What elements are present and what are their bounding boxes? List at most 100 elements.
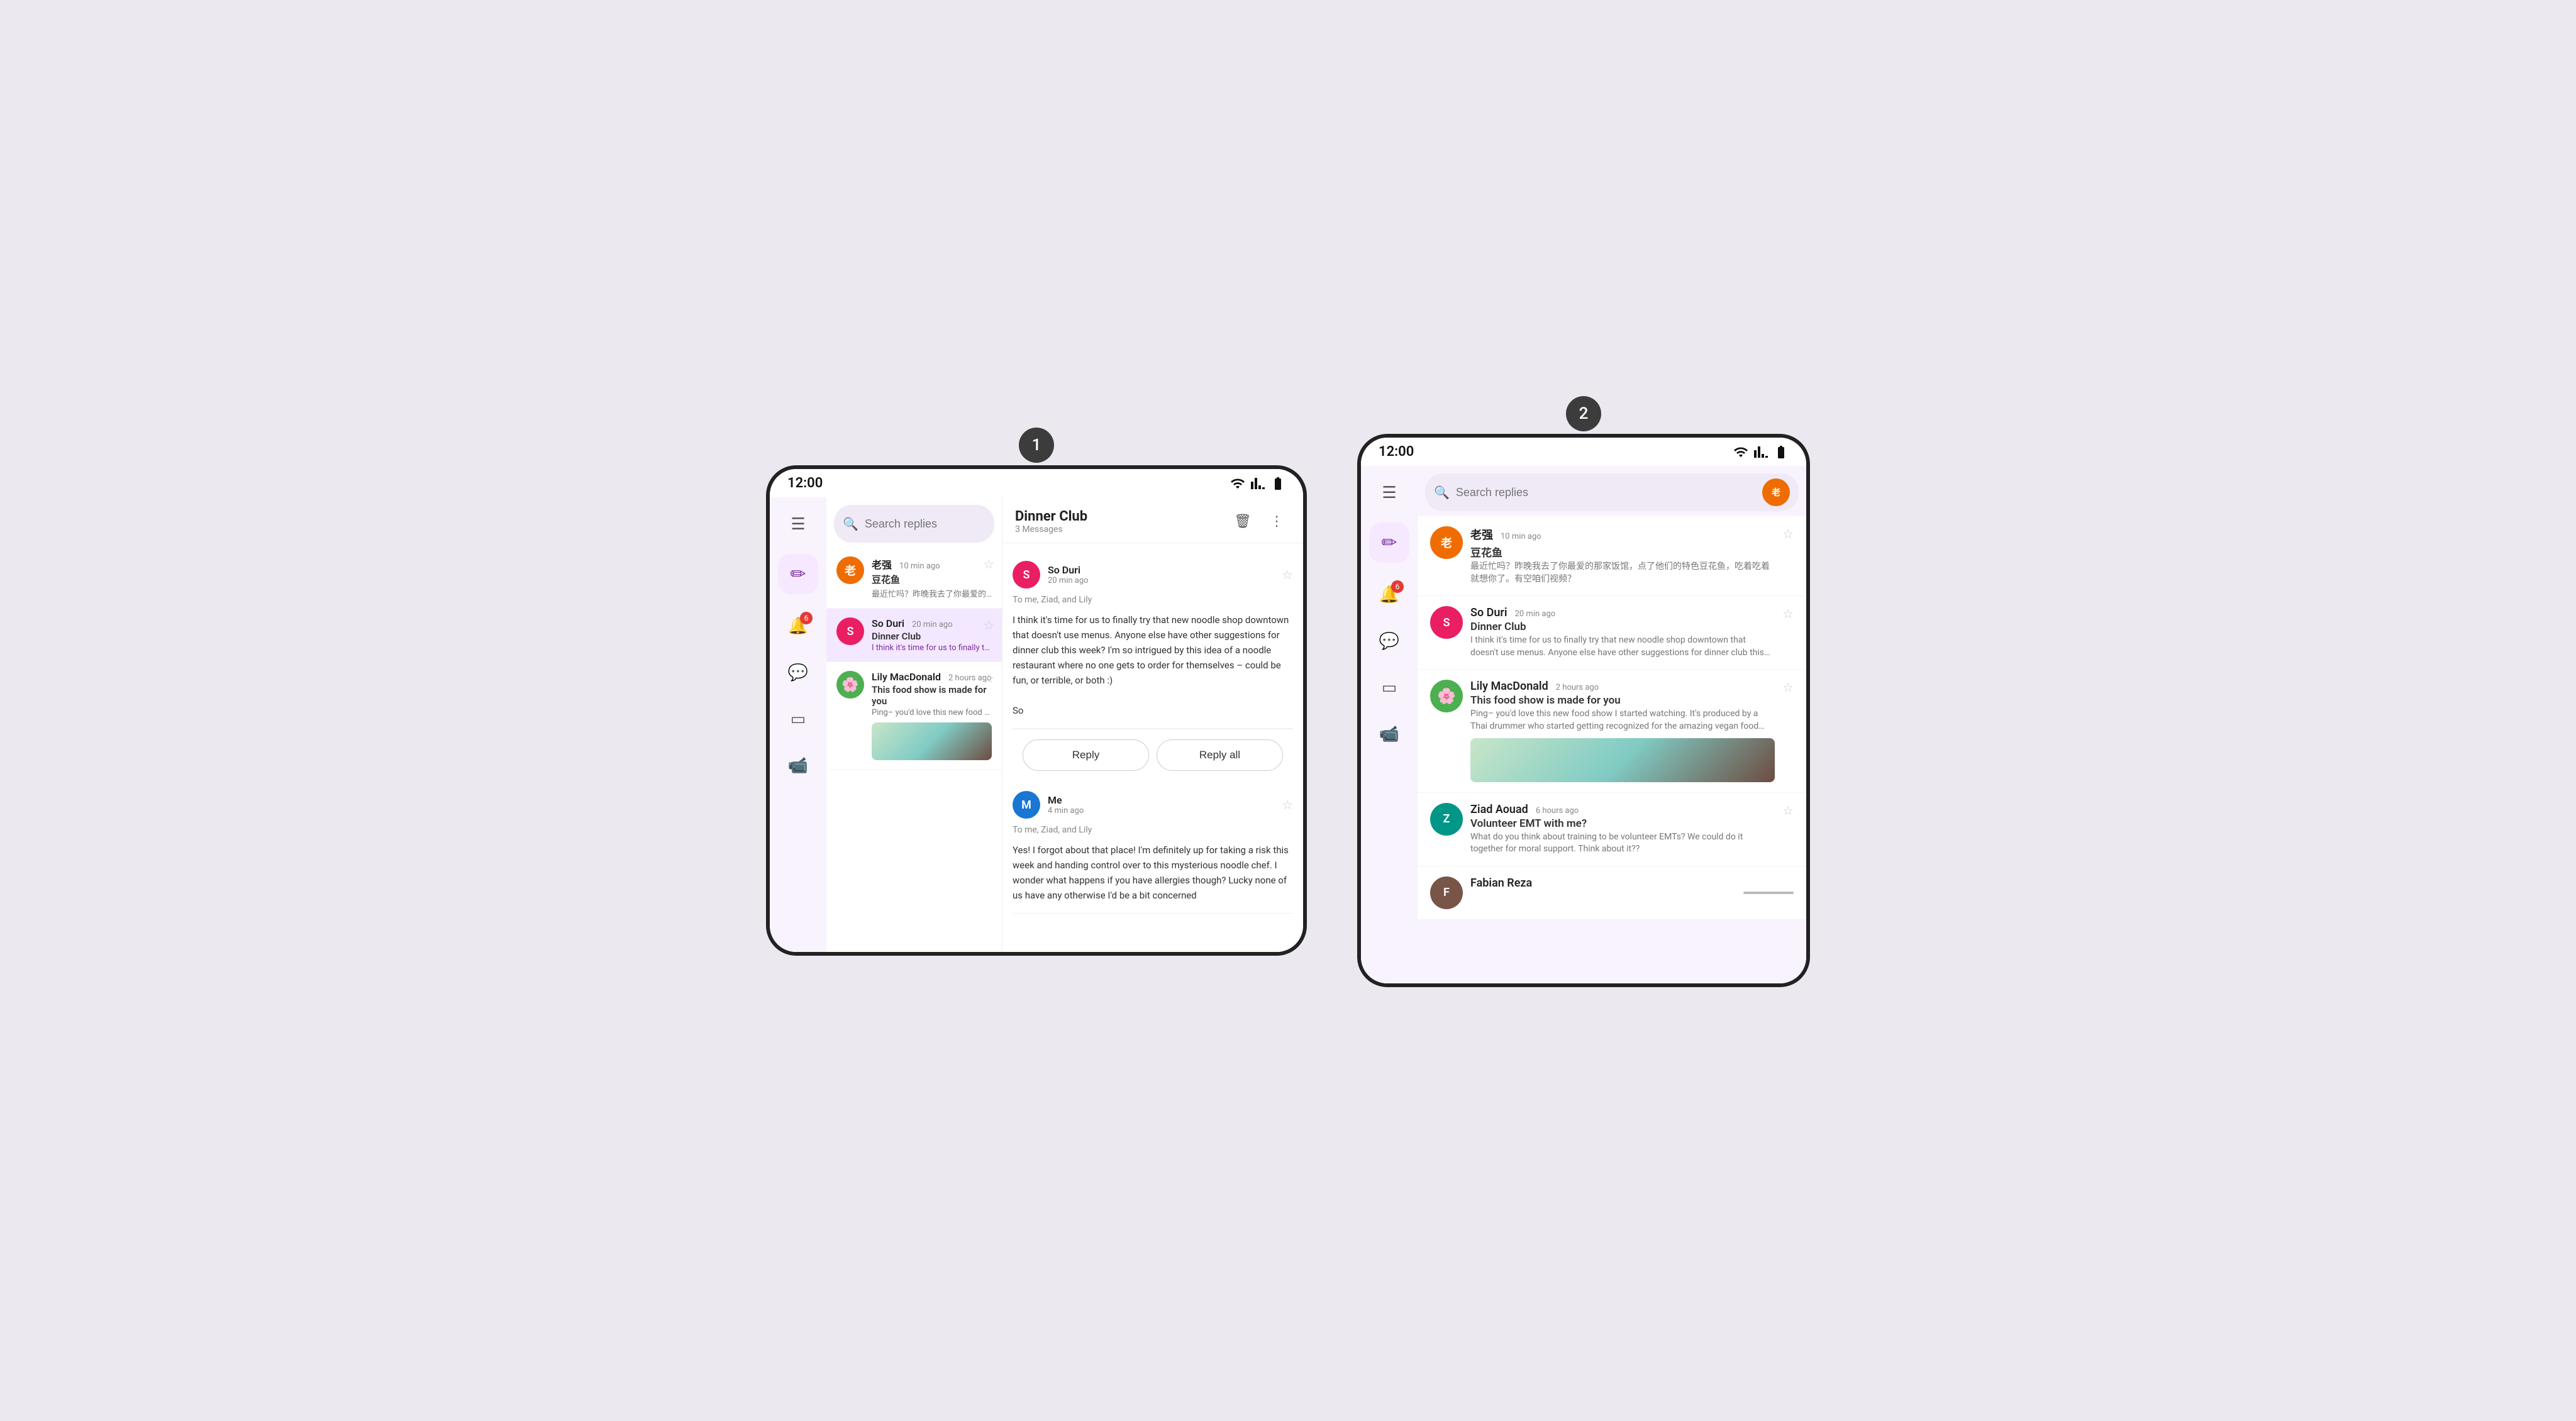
p2-star-2[interactable]: ☆: [1782, 606, 1794, 621]
email-view-1: Dinner Club 3 Messages 🗑 ⋮: [1002, 497, 1303, 952]
p2-msg-sender-5: Fabian Reza: [1470, 876, 1532, 890]
email-subject: Dinner Club: [1015, 509, 1223, 524]
email-time-1: 20 min ago: [1048, 576, 1274, 585]
p2-msg-content-4: Ziad Aouad 6 hours ago Volunteer EMT wit…: [1470, 803, 1775, 856]
p2-message-item-5[interactable]: F Fabian Reza: [1418, 866, 1806, 920]
search-icon-2: 🔍: [1434, 485, 1450, 500]
p2-message-item-3[interactable]: 🌸 Lily MacDonald 2 hours ago This food s…: [1418, 670, 1806, 792]
signal-icon-2: [1753, 445, 1768, 460]
sidebar-2: ☰ ✏ 🔔 6 💬 ▭ 📹: [1361, 466, 1418, 983]
p2-message-item-4[interactable]: Z Ziad Aouad 6 hours ago Volunteer EMT w…: [1418, 793, 1806, 866]
sidebar-rooms-icon[interactable]: ▭: [781, 702, 815, 736]
email-to-2: To me, Ziad, and Lily: [1013, 825, 1293, 835]
email-title-block: Dinner Club 3 Messages: [1015, 509, 1223, 534]
msg-sender-1: 老强: [872, 556, 892, 572]
email-body-1: I think it's time for us to finally try …: [1013, 612, 1293, 718]
star-button-2[interactable]: ☆: [983, 617, 994, 633]
more-options-button[interactable]: ⋮: [1263, 507, 1291, 535]
status-time-1: 12:00: [787, 475, 823, 491]
sidebar-1: ☰ ✏ 🔔 6 💬 ▭ 📹: [770, 497, 826, 952]
search-bar-2[interactable]: 🔍 老: [1425, 473, 1799, 511]
message-item-2[interactable]: S So Duri 20 min ago Dinner Club I think…: [826, 609, 1002, 662]
status-icons-2: [1733, 445, 1789, 460]
sidebar-notifications-icon-2[interactable]: 🔔 6: [1372, 578, 1406, 612]
p2-msg-avatar-4: Z: [1430, 803, 1463, 836]
p2-msg-sender-3: Lily MacDonald: [1470, 680, 1548, 693]
search-input-1[interactable]: [865, 517, 1002, 531]
compose-button-2[interactable]: ✏: [1369, 523, 1409, 563]
p2-msg-sender-2: So Duri: [1470, 606, 1507, 619]
email-sender-2: Me: [1048, 794, 1274, 806]
p2-msg-preview-1: 最近忙吗？昨晚我去了你最爱的那家饭馆，点了他们的特色豆花鱼，吃着吃着就想你了。有…: [1470, 561, 1775, 585]
msg-time-2: 20 min ago: [912, 620, 953, 629]
msg-sender-3: Lily MacDonald: [872, 671, 941, 683]
p2-msg-preview-2: I think it's time for us to finally try …: [1470, 634, 1775, 659]
p2-message-item-2[interactable]: S So Duri 20 min ago Dinner Club I think…: [1418, 596, 1806, 670]
status-bar-2: 12:00: [1361, 438, 1806, 466]
reply-actions-1: Reply Reply all: [1013, 729, 1293, 781]
p2-star-3[interactable]: ☆: [1782, 680, 1794, 695]
user-avatar-2[interactable]: 老: [1762, 478, 1790, 506]
email-sender-block-1: So Duri 20 min ago: [1048, 564, 1274, 585]
email-avatar-2: M: [1013, 791, 1040, 819]
email-messages: S So Duri 20 min ago ☆ To me, Ziad, and …: [1002, 543, 1303, 952]
p2-msg-sender-1: 老强: [1470, 526, 1493, 543]
star-button-3[interactable]: ☆: [983, 671, 994, 686]
p2-star-4[interactable]: ☆: [1782, 803, 1794, 818]
sidebar-menu-icon-2[interactable]: ☰: [1372, 476, 1406, 510]
compose-button[interactable]: ✏: [778, 554, 818, 594]
phone-frame-1: 12:00 ☰ ✏ 🔔 6 💬 ▭: [766, 465, 1307, 956]
signal-icon: [1250, 476, 1265, 491]
email-star-2[interactable]: ☆: [1282, 797, 1293, 812]
msg-subject-1: 豆花鱼: [872, 573, 992, 586]
p2-msg-time-3: 2 hours ago: [1556, 683, 1599, 692]
sidebar-meet-icon-2[interactable]: 📹: [1372, 717, 1406, 751]
msg-time-1: 10 min ago: [899, 561, 940, 571]
step-label-2: 2: [1566, 396, 1601, 431]
msg-content-1: 老强 10 min ago 豆花鱼 最近忙吗？昨晚我去了你最爱的那家饭馆，点了他…: [872, 556, 992, 599]
message-item-1[interactable]: 老 老强 10 min ago 豆花鱼 最近忙吗？昨晚我去了你最爱的那家饭馆，点…: [826, 548, 1002, 609]
email-msg-header-2: M Me 4 min ago ☆: [1013, 791, 1293, 819]
sidebar-meet-icon[interactable]: 📹: [781, 749, 815, 783]
reply-button[interactable]: Reply: [1023, 739, 1149, 771]
star-button-1[interactable]: ☆: [983, 556, 994, 572]
search-input-2[interactable]: [1456, 486, 1756, 499]
sidebar-chat-icon[interactable]: 💬: [781, 656, 815, 690]
msg-preview-2: I think it's time for us to finally try …: [872, 643, 992, 653]
p2-msg-preview-3: Ping– you'd love this new food show I st…: [1470, 708, 1775, 733]
p2-msg-preview-4: What do you think about training to be v…: [1470, 831, 1775, 856]
email-to-1: To me, Ziad, and Lily: [1013, 595, 1293, 605]
battery-icon: [1270, 476, 1285, 491]
app-body-2: ☰ ✏ 🔔 6 💬 ▭ 📹 🔍 老: [1361, 466, 1806, 983]
phone-2: 2 12:00 ☰ ✏ 🔔 6: [1357, 434, 1810, 987]
search-bar-1[interactable]: 🔍 老: [834, 505, 994, 543]
step-label-1: 1: [1019, 428, 1054, 463]
p2-msg-time-1: 10 min ago: [1501, 532, 1541, 541]
sidebar-rooms-icon-2[interactable]: ▭: [1372, 671, 1406, 705]
msg-subject-3: This food show is made for you: [872, 684, 992, 707]
msg-image-3: [872, 722, 992, 760]
message-item-3[interactable]: 🌸 Lily MacDonald 2 hours ago This food s…: [826, 662, 1002, 770]
email-message-2: M Me 4 min ago ☆ To me, Ziad, and Lily Y…: [1013, 781, 1293, 914]
msg-preview-3: Ping– you'd love this new food show I st…: [872, 708, 992, 717]
status-time-2: 12:00: [1379, 444, 1414, 460]
p2-msg-subject-2: Dinner Club: [1470, 621, 1775, 633]
sidebar-menu-icon[interactable]: ☰: [781, 507, 815, 541]
phone-frame-2: 12:00 ☰ ✏ 🔔 6 💬 ▭: [1357, 434, 1810, 987]
p2-msg-subject-3: This food show is made for you: [1470, 694, 1775, 707]
p2-msg-subject-4: Volunteer EMT with me?: [1470, 817, 1775, 830]
sidebar-chat-icon-2[interactable]: 💬: [1372, 624, 1406, 658]
email-star-1[interactable]: ☆: [1282, 567, 1293, 582]
email-body-2: Yes! I forgot about that place! I'm defi…: [1013, 843, 1293, 903]
notification-badge: 6: [800, 612, 813, 624]
msg-avatar-1: 老: [836, 556, 864, 584]
sidebar-notifications-icon[interactable]: 🔔 6: [781, 609, 815, 643]
archive-button[interactable]: 🗑: [1229, 507, 1257, 535]
msg-preview-1: 最近忙吗？昨晚我去了你最爱的那家饭馆，点了他们的特色豆花鱼，吃着吃着就想你了。: [872, 587, 992, 599]
msg-sender-2: So Duri: [872, 617, 904, 629]
p2-star-1[interactable]: ☆: [1782, 526, 1794, 541]
search-icon-1: 🔍: [843, 516, 858, 531]
msg-content-2: So Duri 20 min ago Dinner Club I think i…: [872, 617, 992, 653]
p2-message-item-1[interactable]: 老 老强 10 min ago 豆花鱼 最近忙吗？昨晚我去了你最爱的那家饭馆，点…: [1418, 516, 1806, 596]
reply-all-button[interactable]: Reply all: [1157, 739, 1283, 771]
